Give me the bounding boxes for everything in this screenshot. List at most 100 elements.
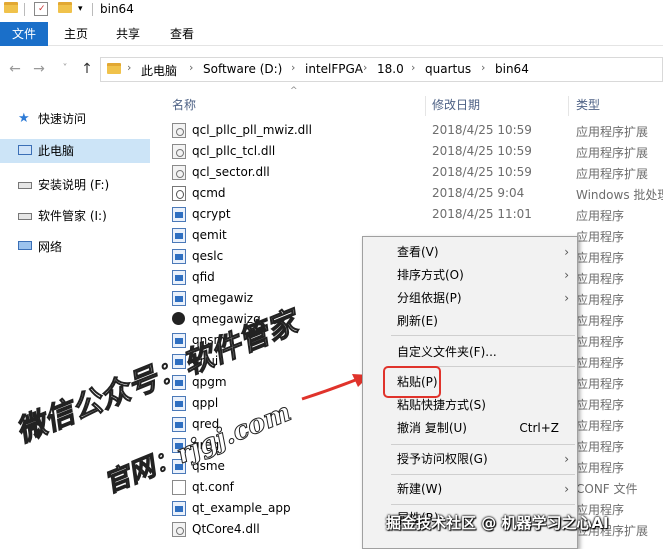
breadcrumb-item[interactable]: 18.0 [377, 62, 404, 76]
wizard-app-icon [172, 312, 185, 325]
file-type: 应用程序扩展 [576, 146, 649, 160]
application-icon [172, 417, 186, 432]
file-type: 应用程序 [576, 440, 625, 454]
title-bar: ✓ ▾ bin64 [0, 0, 663, 20]
file-type: 应用程序 [576, 461, 625, 475]
properties-icon[interactable]: ✓ [34, 2, 48, 16]
application-icon [172, 207, 186, 222]
menu-item[interactable]: 授予访问权限(G) › [363, 448, 577, 470]
column-header-name[interactable]: 名称 [172, 96, 196, 116]
menu-item-label: 分组依据(P) [397, 291, 462, 305]
navigation-pane: ★ 快速访问 此电脑 安装说明 (F:) 软件管家 (I:) 网络 [0, 96, 160, 549]
menu-separator [391, 504, 575, 505]
menu-item[interactable]: 新建(W) › [363, 478, 577, 500]
file-date: 2018/4/25 10:59 [432, 123, 532, 137]
file-name: qsme [192, 459, 225, 473]
menu-item-label: 自定义文件夹(F)... [397, 345, 497, 359]
computer-icon [18, 145, 32, 155]
file-name: qcl_sector.dll [192, 165, 270, 179]
nav-item-network[interactable]: 网络 [0, 235, 150, 259]
drive-icon [18, 182, 32, 189]
sort-ascending-icon: ^ [290, 86, 298, 96]
address-bar[interactable]: › 此电脑 › Software (D:) › intelFPGA › 18.0… [100, 57, 663, 82]
breadcrumb-item[interactable]: bin64 [495, 62, 529, 76]
chevron-right-icon[interactable]: › [481, 61, 485, 74]
file-name: qreg [192, 438, 220, 452]
application-icon [172, 228, 186, 243]
ribbon-tabs: 文件 主页 共享 查看 [0, 22, 663, 46]
customize-quick-access-icon[interactable]: ▾ [78, 2, 92, 16]
column-divider[interactable] [425, 96, 426, 116]
application-icon [172, 501, 186, 516]
breadcrumb-item[interactable]: 此电脑 [141, 62, 177, 79]
chevron-right-icon[interactable]: › [291, 61, 295, 74]
nav-item-label: 网络 [38, 240, 63, 254]
nav-item-quick-access[interactable]: ★ 快速访问 [0, 107, 150, 131]
file-name: qcl_pllc_pll_mwiz.dll [192, 123, 312, 137]
network-icon [18, 241, 32, 250]
file-type: 应用程序 [576, 377, 625, 391]
breadcrumb-item[interactable]: Software (D:) [203, 62, 282, 76]
file-type: 应用程序 [576, 251, 625, 265]
file-row[interactable]: qcl_sector.dll 2018/4/25 10:59 应用程序扩展 [160, 162, 663, 183]
menu-item[interactable]: 撤消 复制(U) Ctrl+Z [363, 417, 577, 439]
file-name: qnui [192, 354, 219, 368]
chevron-right-icon[interactable]: › [127, 61, 131, 74]
tab-home[interactable]: 主页 [56, 22, 96, 46]
nav-item-drive-i[interactable]: 软件管家 (I:) [0, 204, 150, 228]
file-row[interactable]: qcmd 2018/4/25 9:04 Windows 批处理 [160, 183, 663, 204]
forward-icon[interactable]: → [30, 60, 48, 78]
recent-locations-icon[interactable]: ˅ [56, 60, 74, 78]
menu-item-label: 撤消 复制(U) [397, 421, 467, 435]
file-row[interactable]: qcrypt 2018/4/25 11:01 应用程序 [160, 204, 663, 225]
tab-file[interactable]: 文件 [0, 22, 48, 46]
dll-file-icon [172, 522, 186, 537]
folder-icon[interactable] [4, 2, 18, 16]
menu-item-label: 授予访问权限(G) [397, 452, 488, 466]
nav-item-drive-f[interactable]: 安装说明 (F:) [0, 173, 150, 197]
back-icon[interactable]: ← [6, 60, 24, 78]
tab-share[interactable]: 共享 [108, 22, 148, 46]
menu-item[interactable]: 排序方式(O) › [363, 264, 577, 286]
menu-item-label: 粘贴快捷方式(S) [397, 398, 486, 412]
file-type: Windows 批处理 [576, 188, 663, 202]
chevron-right-icon[interactable]: › [189, 61, 193, 74]
file-date: 2018/4/25 10:59 [432, 165, 532, 179]
submenu-arrow-icon: › [564, 268, 569, 282]
menu-item[interactable]: 刷新(E) [363, 310, 577, 332]
file-type: 应用程序 [576, 356, 625, 370]
breadcrumb-item[interactable]: intelFPGA [305, 62, 363, 76]
file-type: 应用程序 [576, 314, 625, 328]
file-date: 2018/4/25 9:04 [432, 186, 525, 200]
nav-item-label: 软件管家 (I:) [38, 209, 107, 223]
chevron-right-icon[interactable]: › [411, 61, 415, 74]
tab-view[interactable]: 查看 [162, 22, 202, 46]
nav-item-this-pc[interactable]: 此电脑 [0, 139, 150, 163]
new-folder-icon[interactable] [58, 2, 72, 16]
file-type: 应用程序 [576, 335, 625, 349]
up-icon[interactable]: ↑ [78, 60, 96, 78]
menu-item[interactable]: 分组依据(P) › [363, 287, 577, 309]
file-row[interactable]: qcl_pllc_pll_mwiz.dll 2018/4/25 10:59 应用程序… [160, 120, 663, 141]
file-name: qcmd [192, 186, 226, 200]
column-header-type[interactable]: 类型 [576, 96, 600, 116]
file-row[interactable]: qcl_pllc_tcl.dll 2018/4/25 10:59 应用程序扩展 [160, 141, 663, 162]
star-icon: ★ [18, 111, 30, 126]
application-icon [172, 459, 186, 474]
window-title: bin64 [100, 2, 134, 16]
file-type: CONF 文件 [576, 482, 638, 496]
application-icon [172, 438, 186, 453]
file-name: qt_example_app [192, 501, 291, 515]
footer-watermark: 掘金技术社区 @ 机器学习之心AI [386, 514, 609, 532]
file-name: qmegawizq [192, 312, 261, 326]
breadcrumb-item[interactable]: quartus [425, 62, 471, 76]
file-name: qcrypt [192, 207, 231, 221]
folder-icon [107, 63, 121, 77]
column-header-date[interactable]: 修改日期 [432, 96, 480, 116]
column-divider[interactable] [568, 96, 569, 116]
chevron-right-icon[interactable]: › [363, 61, 367, 74]
menu-item[interactable]: 自定义文件夹(F)... [363, 341, 577, 363]
menu-item[interactable]: 查看(V) › [363, 241, 577, 263]
menu-item-label: 刷新(E) [397, 314, 438, 328]
file-name: qeslc [192, 249, 224, 263]
